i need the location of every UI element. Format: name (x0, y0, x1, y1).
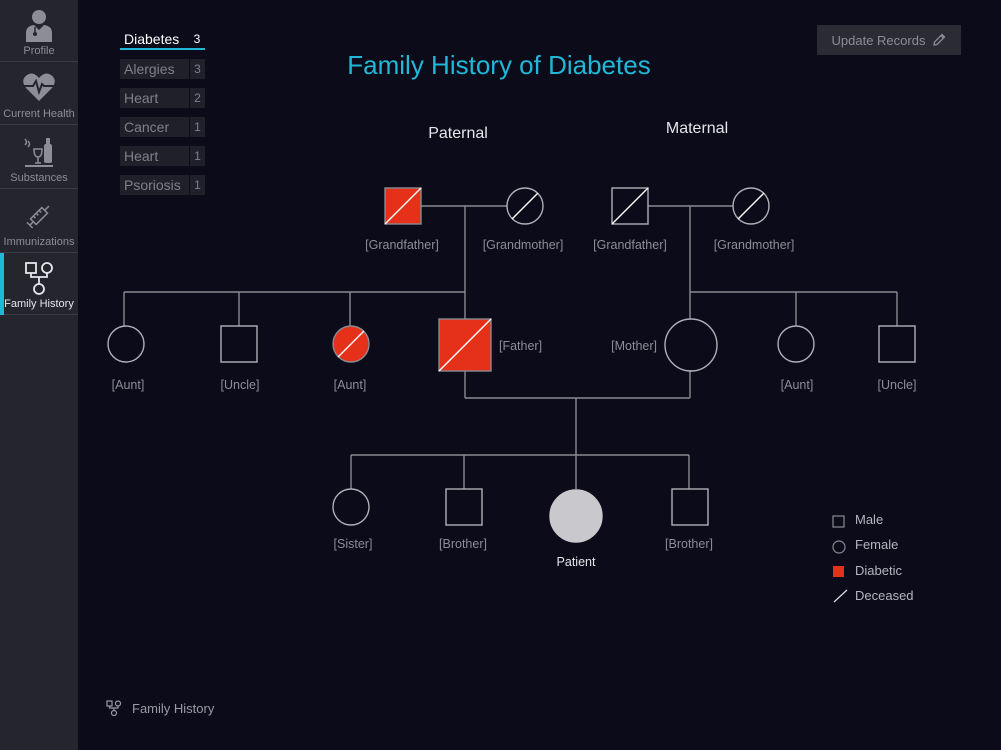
male-symbol (220, 325, 258, 363)
member-p-grandmother[interactable]: [Grandmother] (483, 187, 564, 252)
member-label: [Sister] (334, 537, 373, 551)
member-m-uncle[interactable]: [Uncle] (878, 325, 917, 392)
deceased-mark (611, 187, 649, 225)
deceased-mark (511, 192, 539, 220)
member-father[interactable]: [Father] (438, 318, 542, 372)
member-label: [Aunt] (334, 378, 367, 392)
member-p-uncle[interactable]: [Uncle] (220, 325, 260, 392)
male-symbol (445, 488, 483, 526)
female-symbol (777, 325, 815, 363)
paternal-label: Paternal (428, 125, 488, 142)
member-p-aunt2[interactable]: [Aunt] (332, 325, 370, 392)
deceased-mark (737, 192, 765, 220)
member-sister[interactable]: [Sister] (332, 488, 373, 551)
member-label: [Grandmother] (483, 238, 564, 252)
member-m-aunt[interactable]: [Aunt] (777, 325, 815, 392)
female-symbol (332, 488, 370, 526)
female-symbol (107, 325, 145, 363)
member-patient[interactable]: Patient (549, 489, 603, 569)
member-p-grandfather[interactable]: [Grandfather] (365, 187, 439, 252)
legend: Male Female Diabetic Deceased (832, 512, 914, 603)
member-brother1[interactable]: [Brother] (439, 488, 487, 551)
member-label: [Aunt] (781, 378, 814, 392)
legend-diabetic-icon (833, 566, 844, 577)
footer-breadcrumb: Family History (106, 700, 214, 716)
pedigree-chart: Paternal Maternal [Grandfather] [Grandmot… (107, 120, 917, 603)
legend-deceased-icon (833, 589, 848, 603)
female-symbol (664, 318, 718, 372)
legend-male-label: Male (855, 512, 883, 527)
legend-female-icon (832, 540, 846, 554)
member-label: [Uncle] (221, 378, 260, 392)
member-label: [Uncle] (878, 378, 917, 392)
member-label: [Aunt] (112, 378, 145, 392)
male-symbol (878, 325, 916, 363)
female-symbol (549, 489, 603, 543)
maternal-label: Maternal (666, 120, 728, 137)
legend-female-label: Female (855, 537, 898, 552)
member-label: Patient (557, 555, 596, 569)
member-m-grandfather[interactable]: [Grandfather] (593, 187, 667, 252)
member-label: [Father] (499, 339, 542, 353)
member-mother[interactable]: [Mother] (611, 318, 718, 372)
member-label: [Grandfather] (593, 238, 667, 252)
member-p-aunt1[interactable]: [Aunt] (107, 325, 145, 392)
legend-deceased-label: Deceased (855, 588, 914, 603)
member-m-grandmother[interactable]: [Grandmother] (714, 187, 795, 252)
footer-label: Family History (132, 700, 215, 716)
member-brother2[interactable]: [Brother] (665, 488, 713, 551)
family-members: [Grandfather] [Grandmother] [Grandfather] [… (107, 187, 917, 569)
member-label: [Grandmother] (714, 238, 795, 252)
member-label: [Brother] (439, 537, 487, 551)
member-label: [Brother] (665, 537, 713, 551)
member-label: [Grandfather] (365, 238, 439, 252)
member-label: [Mother] (611, 339, 657, 353)
male-symbol (671, 488, 709, 526)
legend-male-icon (832, 515, 845, 528)
legend-diabetic-label: Diabetic (855, 563, 902, 578)
family-tree-icon (106, 700, 122, 716)
